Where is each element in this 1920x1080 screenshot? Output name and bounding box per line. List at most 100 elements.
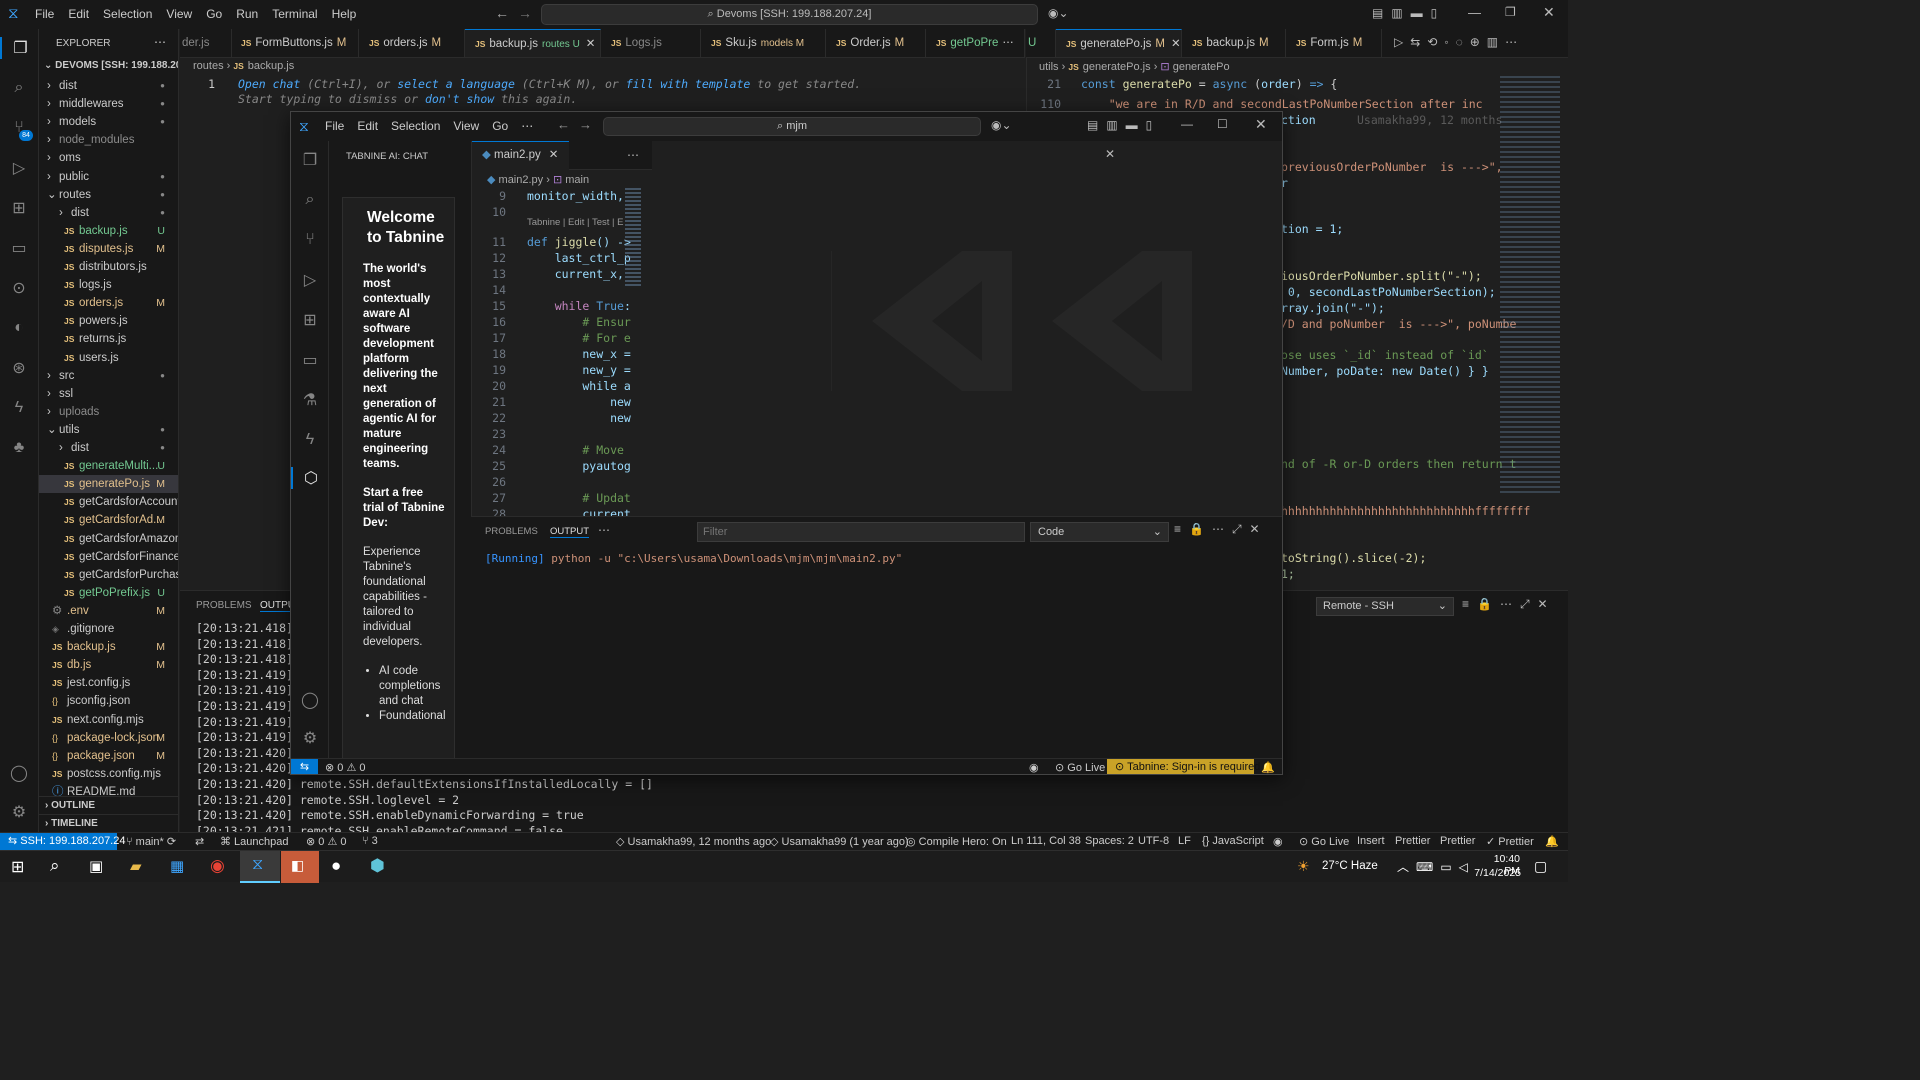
folder-item[interactable]: › dist ● <box>39 439 178 457</box>
file-item[interactable]: JS distributors.js <box>39 258 178 276</box>
panel-actions[interactable]: ≡🔒⋯⤢✕ <box>1462 597 1556 612</box>
run-debug-icon[interactable]: ▷ <box>8 157 30 179</box>
menu-edit[interactable]: Edit <box>357 119 378 133</box>
file-item[interactable]: JS backup.js U <box>39 222 178 240</box>
notifications-icon[interactable]: 🔔 <box>1545 835 1559 848</box>
folder-item[interactable]: › middlewares ● <box>39 95 178 113</box>
remote-explorer-icon[interactable]: ▭ <box>8 237 30 259</box>
menu-view[interactable]: View <box>159 7 199 21</box>
folder-item[interactable]: › dist ● <box>39 77 178 95</box>
tab-active[interactable]: JS generatePo.js M ✕ <box>1056 29 1182 57</box>
tab-active[interactable]: ◆ main2.py ✕ <box>472 141 569 170</box>
open-chat-link[interactable]: Open chat <box>238 77 300 91</box>
file-item[interactable]: ⚙ .env M <box>39 602 178 620</box>
go-live-button[interactable]: ⊙ Go Live <box>1055 761 1105 774</box>
workspace-root[interactable]: ⌄ DEVOMS [SSH: 199.188.20... <box>44 60 178 71</box>
output-channel-select[interactable]: Code ⌄ <box>1030 522 1169 542</box>
file-item[interactable]: JS logs.js <box>39 276 178 294</box>
more-actions-icon[interactable]: ⋯ <box>627 148 639 162</box>
run-debug-icon[interactable]: ▷ <box>299 269 321 291</box>
maximize-button[interactable]: ☐ <box>1217 117 1228 131</box>
search-icon[interactable]: ⌕ <box>50 856 60 876</box>
copilot-status-icon[interactable]: ◉ <box>1029 761 1039 774</box>
select-language-link[interactable]: select a language <box>397 77 515 91</box>
command-center[interactable]: ⌕ mjm <box>603 117 981 136</box>
tab[interactable]: JS Logs.js <box>601 29 701 57</box>
folder-item[interactable]: ⌄ routes ● <box>39 186 178 204</box>
back-arrow-icon[interactable]: ← <box>557 117 570 132</box>
file-item[interactable]: JS getCardsforAd... M <box>39 511 178 529</box>
encoding[interactable]: UTF-8 <box>1138 835 1169 847</box>
remote-explorer-icon[interactable]: ▭ <box>299 349 321 371</box>
vscode-taskbar-button[interactable]: ⧖ <box>240 851 280 883</box>
restore-button[interactable]: ❐ <box>1505 5 1516 19</box>
tab-problems[interactable]: PROBLEMS <box>196 600 252 611</box>
menu-go[interactable]: Go <box>199 7 229 21</box>
launchpad[interactable]: ⌘ Launchpad <box>220 835 289 848</box>
filter-input[interactable] <box>697 522 1025 542</box>
file-item[interactable]: JS disputes.js M <box>39 240 178 258</box>
extensions-icon[interactable]: ⊞ <box>8 197 30 219</box>
remote-indicator[interactable]: ⇆ <box>291 759 318 774</box>
menu-help[interactable]: Help <box>325 7 364 21</box>
folder-item[interactable]: › src ● <box>39 367 178 385</box>
forward-arrow-icon[interactable]: → <box>518 5 532 21</box>
search-icon[interactable]: ⌕ <box>299 189 321 211</box>
folder-item[interactable]: › public ● <box>39 168 178 186</box>
file-item[interactable]: JS getCardsforPurchasi... <box>39 566 178 584</box>
tab-problems[interactable]: PROBLEMS <box>485 526 538 537</box>
codelens[interactable]: Tabnine | Edit | Test | E <box>527 217 623 228</box>
testing-icon[interactable]: ⊛ <box>8 357 30 379</box>
back-arrow-icon[interactable]: ← <box>495 5 509 21</box>
compile-hero[interactable]: ◎ Compile Hero: On <box>906 835 1007 848</box>
indentation[interactable]: Spaces: 2 <box>1085 835 1134 847</box>
folder-item[interactable]: › node_modules <box>39 131 178 149</box>
menu-terminal[interactable]: Terminal <box>265 7 324 21</box>
layout-controls[interactable]: ▤▥▬▯ <box>1372 6 1445 20</box>
problems-indicator[interactable]: ⊗ 0 ⚠ 0 <box>306 835 347 848</box>
blame-indicator[interactable]: ◇ Usamakha99, 12 months ago <box>616 835 771 848</box>
close-icon[interactable]: ✕ <box>549 149 559 161</box>
settings-gear-icon[interactable]: ⚙ <box>299 727 321 749</box>
weather-text[interactable]: 27°C Haze <box>1322 860 1378 872</box>
file-item[interactable]: JS getCardsforFinance.js <box>39 548 178 566</box>
minimize-button[interactable]: — <box>1468 5 1481 20</box>
sync-icon[interactable]: ⇄ <box>195 835 204 848</box>
prettier-3[interactable]: ✓ Prettier <box>1486 835 1534 848</box>
close-icon[interactable]: ✕ <box>586 38 596 50</box>
account-icon[interactable]: ◯ <box>8 762 30 784</box>
tab[interactable]: JS getPoPre ⋯ <box>926 29 1025 57</box>
copilot-status-icon[interactable]: ◉ <box>1273 835 1283 848</box>
explorer-icon[interactable]: ❐ <box>299 149 321 171</box>
chrome-icon[interactable]: ◉ <box>210 856 225 876</box>
fill-template-link[interactable]: fill with template <box>626 77 751 91</box>
more-tabs-icon[interactable]: ⋯ <box>1002 37 1014 49</box>
file-item[interactable]: JS backup.js M <box>39 638 178 656</box>
problems-indicator[interactable]: ⊗ 0 ⚠ 0 <box>325 761 366 774</box>
eol[interactable]: LF <box>1178 835 1191 847</box>
file-item[interactable]: JS getCardsforAmazon.js <box>39 530 178 548</box>
file-item[interactable]: JS powers.js <box>39 312 178 330</box>
file-item[interactable]: ◈ .gitignore <box>39 620 178 638</box>
file-item[interactable]: JS jest.config.js <box>39 674 178 692</box>
folder-item[interactable]: › uploads <box>39 403 178 421</box>
menu-view[interactable]: View <box>453 119 479 133</box>
notification-center-icon[interactable]: ▢ <box>1534 858 1547 875</box>
tabnine-status[interactable]: ⊙ Tabnine: Sign-in is required <box>1107 759 1260 774</box>
menu-file[interactable]: File <box>325 119 344 133</box>
explorer-icon[interactable]: ❐ <box>0 37 39 59</box>
extensions-icon[interactable]: ⊞ <box>299 309 321 331</box>
testing-icon[interactable]: ⚗ <box>299 389 321 411</box>
tab[interactable]: JS Sku.js models M <box>701 29 826 57</box>
tabnine-icon[interactable]: ⬡ <box>291 467 329 489</box>
folder-item[interactable]: › models ● <box>39 113 178 131</box>
output-channel-select[interactable]: Remote - SSH ⌄ <box>1316 597 1454 616</box>
folder-item[interactable]: › oms <box>39 149 178 167</box>
tab[interactable]: JS orders.js M <box>359 29 465 57</box>
minimap[interactable] <box>625 188 641 288</box>
go-live-button[interactable]: ⊙ Go Live <box>1299 835 1349 848</box>
cursor-position[interactable]: Ln 111, Col 38 <box>1011 835 1081 847</box>
dont-show-link[interactable]: don't show <box>425 92 494 106</box>
menu-run[interactable]: Run <box>229 7 265 21</box>
thunder-client-icon[interactable]: ϟ <box>8 397 30 419</box>
